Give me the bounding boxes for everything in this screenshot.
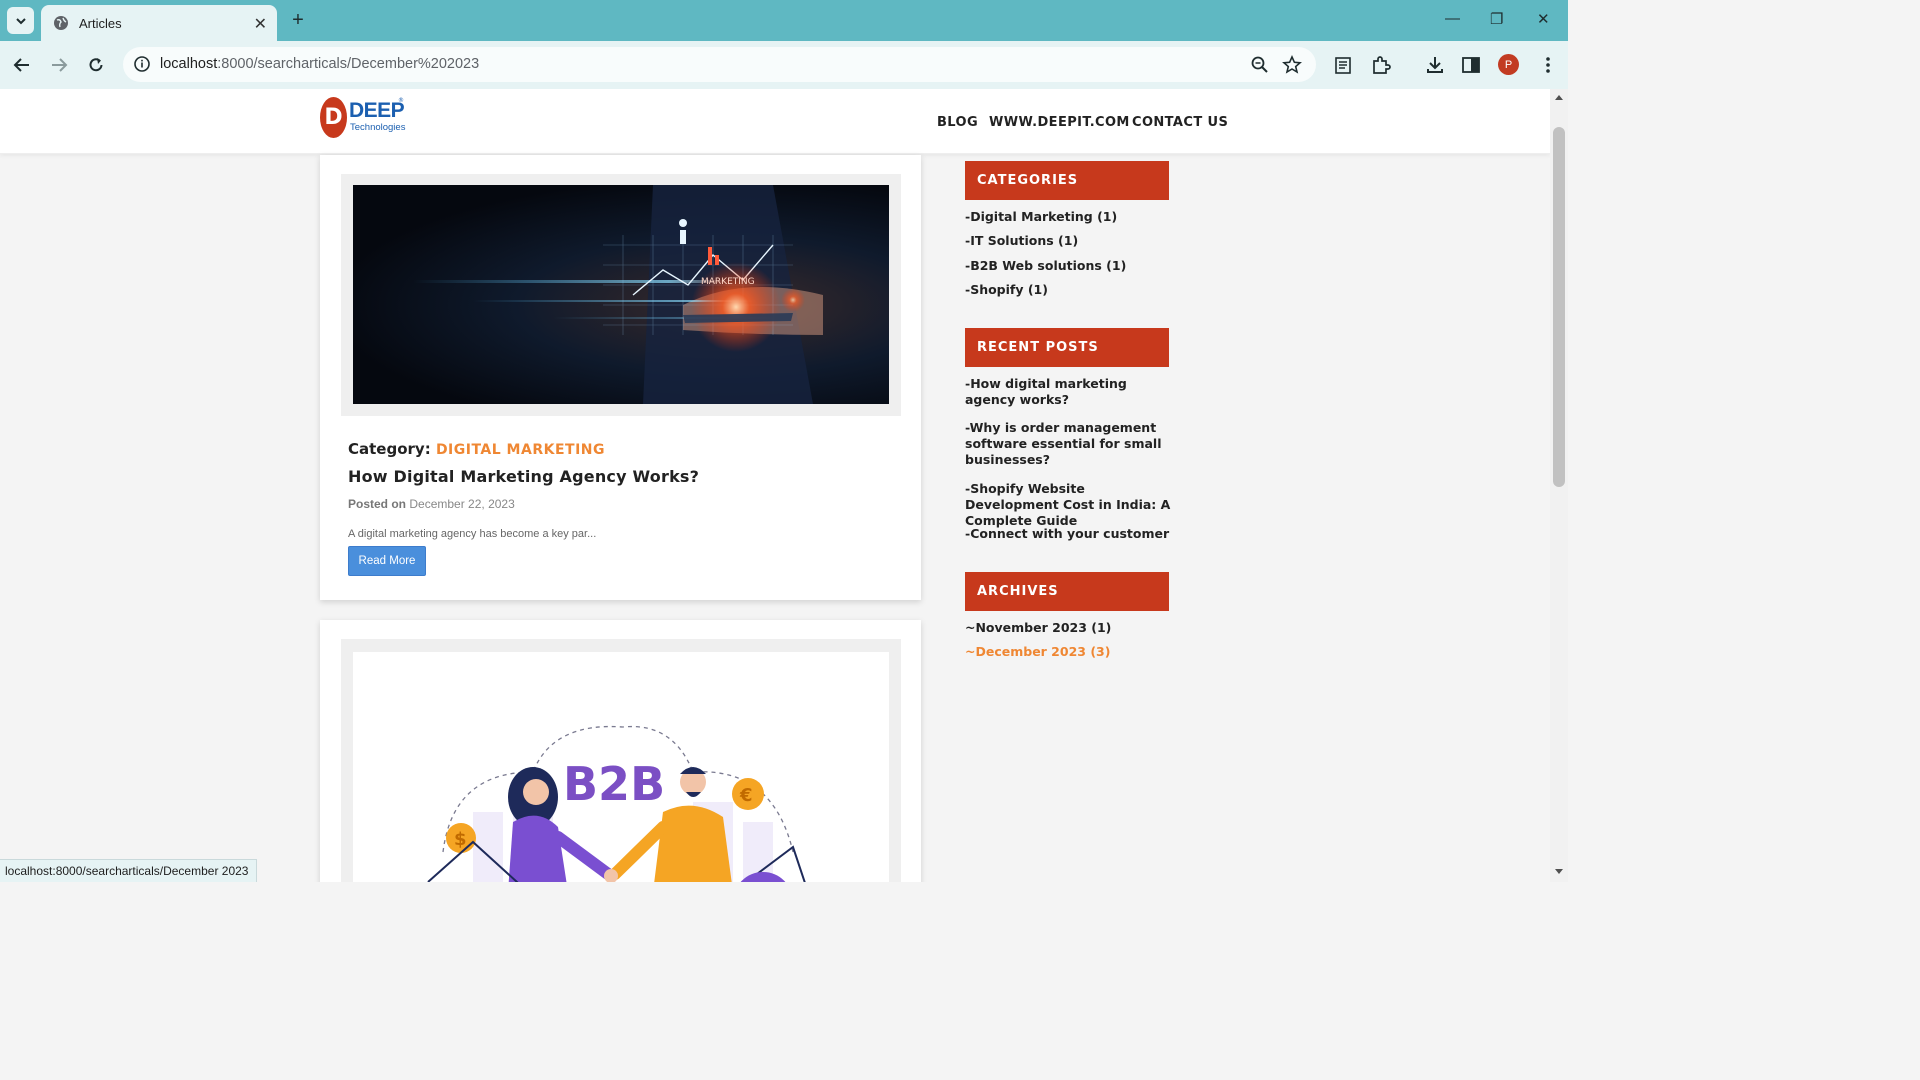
- link-status-bar: localhost:8000/searcharticals/December 2…: [0, 859, 258, 882]
- restore-window-icon[interactable]: ❐: [1490, 10, 1503, 28]
- logo-subtitle: Technologies: [350, 122, 406, 133]
- category-link[interactable]: DIGITAL MARKETING: [436, 442, 605, 458]
- minimize-window-icon[interactable]: —: [1445, 10, 1460, 27]
- page-scrollbar[interactable]: [1550, 89, 1568, 882]
- tab-title: Articles: [79, 15, 122, 31]
- tab-search-button[interactable]: [7, 7, 34, 34]
- profile-avatar[interactable]: P: [1498, 54, 1519, 75]
- download-icon[interactable]: [1424, 54, 1446, 76]
- nav-blog[interactable]: BLOG: [937, 115, 978, 130]
- archives-heading: ARCHIVES: [965, 572, 1169, 611]
- svg-text:$: $: [454, 829, 467, 850]
- marketing-image-text: MARKETING: [701, 277, 755, 287]
- recent-posts-heading: RECENT POSTS: [965, 328, 1169, 367]
- archive-item-november-2023[interactable]: ~November 2023 (1): [965, 620, 1175, 636]
- reload-icon: [89, 58, 103, 72]
- b2b-image-text: B2B: [563, 757, 665, 811]
- back-button[interactable]: [10, 53, 34, 77]
- site-info-icon[interactable]: [133, 55, 151, 73]
- side-panel-icon[interactable]: [1460, 54, 1482, 76]
- category-item-b2b[interactable]: -B2B Web solutions (1): [965, 258, 1175, 274]
- post-title[interactable]: How Digital Marketing Agency Works?: [348, 467, 699, 486]
- nav-contact-us[interactable]: CONTACT US: [1132, 115, 1228, 130]
- address-bar[interactable]: localhost:8000/searcharticals/December%2…: [123, 47, 1316, 82]
- logo-mark: D: [320, 97, 347, 138]
- recent-post-item[interactable]: -Why is order management software essent…: [965, 420, 1175, 468]
- reading-list-icon[interactable]: [1333, 54, 1355, 76]
- globe-icon: [54, 16, 68, 30]
- new-tab-button[interactable]: +: [287, 9, 309, 31]
- forward-button[interactable]: [47, 53, 71, 77]
- browser-tab-active[interactable]: Articles ✕: [41, 5, 277, 41]
- post-image-b2b[interactable]: B2B $ €: [353, 652, 889, 882]
- post-meta: Posted on December 22, 2023: [348, 497, 515, 511]
- category-item-it-solutions[interactable]: -IT Solutions (1): [965, 233, 1175, 249]
- scrollbar-thumb[interactable]: [1553, 127, 1565, 487]
- read-more-button[interactable]: Read More: [348, 546, 426, 576]
- zoom-icon[interactable]: [1250, 55, 1270, 75]
- url-text[interactable]: localhost:8000/searcharticals/December%2…: [160, 56, 479, 72]
- arrow-right-icon: [52, 58, 68, 72]
- page-viewport: D DEEP Technologies ® BLOG WWW.DEEPIT.CO…: [0, 89, 1550, 882]
- scroll-up-icon[interactable]: [1554, 93, 1564, 101]
- arrow-left-icon: [13, 58, 29, 72]
- category-label: Category:: [348, 440, 431, 458]
- post-date: December 22, 2023: [409, 497, 515, 511]
- b2b-illustration: B2B $ €: [427, 725, 806, 882]
- chevron-down-icon: [15, 17, 26, 24]
- logo-name: DEEP: [349, 99, 405, 122]
- close-window-icon[interactable]: ✕: [1537, 10, 1550, 28]
- registered-mark-icon: ®: [398, 97, 404, 104]
- categories-heading: CATEGORIES: [965, 161, 1169, 200]
- recent-post-item[interactable]: -Connect with your customer: [965, 526, 1175, 542]
- site-header: D DEEP Technologies ® BLOG WWW.DEEPIT.CO…: [0, 89, 1550, 154]
- category-item-digital-marketing[interactable]: -Digital Marketing (1): [965, 209, 1175, 225]
- post-card: B2B $ €: [320, 620, 921, 882]
- more-menu-icon[interactable]: [1537, 54, 1559, 76]
- browser-tab-strip: Articles ✕ + — ❐ ✕: [0, 0, 1568, 41]
- recent-post-item[interactable]: -How digital marketing agency works?: [965, 376, 1175, 408]
- bookmark-star-icon[interactable]: [1282, 55, 1302, 75]
- post-image-digital-marketing[interactable]: MARKETING: [353, 185, 889, 404]
- archive-item-december-2023[interactable]: ~December 2023 (3): [965, 644, 1175, 660]
- marketing-illustration: MARKETING: [413, 185, 823, 404]
- close-tab-icon[interactable]: ✕: [254, 14, 267, 33]
- site-logo[interactable]: D DEEP Technologies ®: [320, 97, 410, 141]
- url-host: localhost: [160, 56, 218, 72]
- post-image-frame: B2B $ €: [341, 639, 901, 882]
- extensions-puzzle-icon[interactable]: [1370, 54, 1392, 76]
- nav-deepit[interactable]: WWW.DEEPIT.COM: [989, 115, 1130, 130]
- browser-toolbar: localhost:8000/searcharticals/December%2…: [0, 41, 1568, 89]
- svg-text:€: €: [739, 785, 753, 806]
- reload-button[interactable]: [84, 53, 108, 77]
- scroll-down-icon[interactable]: [1554, 868, 1564, 876]
- post-excerpt: A digital marketing agency has become a …: [348, 528, 597, 540]
- post-image-frame: MARKETING: [341, 174, 901, 416]
- url-path: :8000/searcharticals/December%202023: [217, 56, 480, 72]
- recent-post-item[interactable]: -Shopify Website Development Cost in Ind…: [965, 481, 1175, 529]
- category-item-shopify[interactable]: -Shopify (1): [965, 282, 1175, 298]
- posted-label: Posted on: [348, 497, 407, 511]
- post-category-line: Category: DIGITAL MARKETING: [348, 440, 605, 458]
